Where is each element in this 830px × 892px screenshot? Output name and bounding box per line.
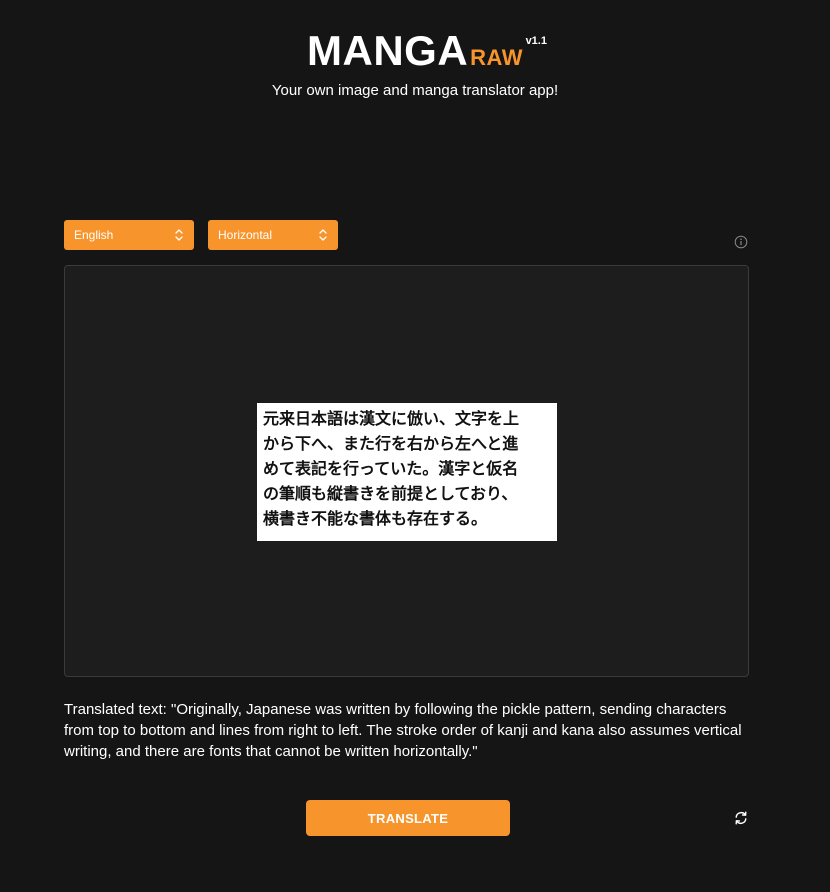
- logo-manga-text: MANGA: [307, 27, 469, 74]
- source-text-line: 元来日本語は漢文に倣い、文字を上: [263, 409, 520, 428]
- chevron-up-down-icon: [174, 228, 184, 242]
- logo-raw-text: RAW: [470, 45, 523, 70]
- source-image: 元来日本語は漢文に倣い、文字を上 から下へ、また行を右から左へと進 めて表記を行…: [257, 403, 557, 541]
- source-text-line: めて表記を行っていた。漢字と仮名: [263, 459, 519, 478]
- version-label: v1.1: [525, 35, 547, 47]
- info-circle-icon[interactable]: [734, 235, 748, 249]
- translate-button[interactable]: TRANSLATE: [306, 800, 510, 836]
- image-upload-panel[interactable]: 元来日本語は漢文に倣い、文字を上 から下へ、また行を右から左へと進 めて表記を行…: [64, 265, 749, 677]
- source-text-line: から下へ、また行を右から左へと進: [263, 434, 519, 453]
- source-text-line: 横書き不能な書体も存在する。: [263, 509, 488, 528]
- direction-select[interactable]: Horizontal: [208, 220, 338, 250]
- direction-select-value: Horizontal: [218, 228, 273, 242]
- language-select[interactable]: English: [64, 220, 194, 250]
- chevron-up-down-icon: [318, 228, 328, 242]
- app-root: MANGARAW v1.1 Your own image and manga t…: [0, 0, 830, 892]
- app-logo: MANGARAW v1.1: [307, 27, 547, 74]
- translated-text: Translated text: "Originally, Japanese w…: [64, 701, 742, 760]
- app-tagline: Your own image and manga translator app!: [271, 82, 559, 99]
- app-header: MANGARAW v1.1: [0, 30, 830, 72]
- refresh-icon[interactable]: [733, 810, 749, 826]
- language-select-value: English: [74, 228, 114, 242]
- source-text-line: の筆順も縦書きを前提としており、: [263, 484, 518, 503]
